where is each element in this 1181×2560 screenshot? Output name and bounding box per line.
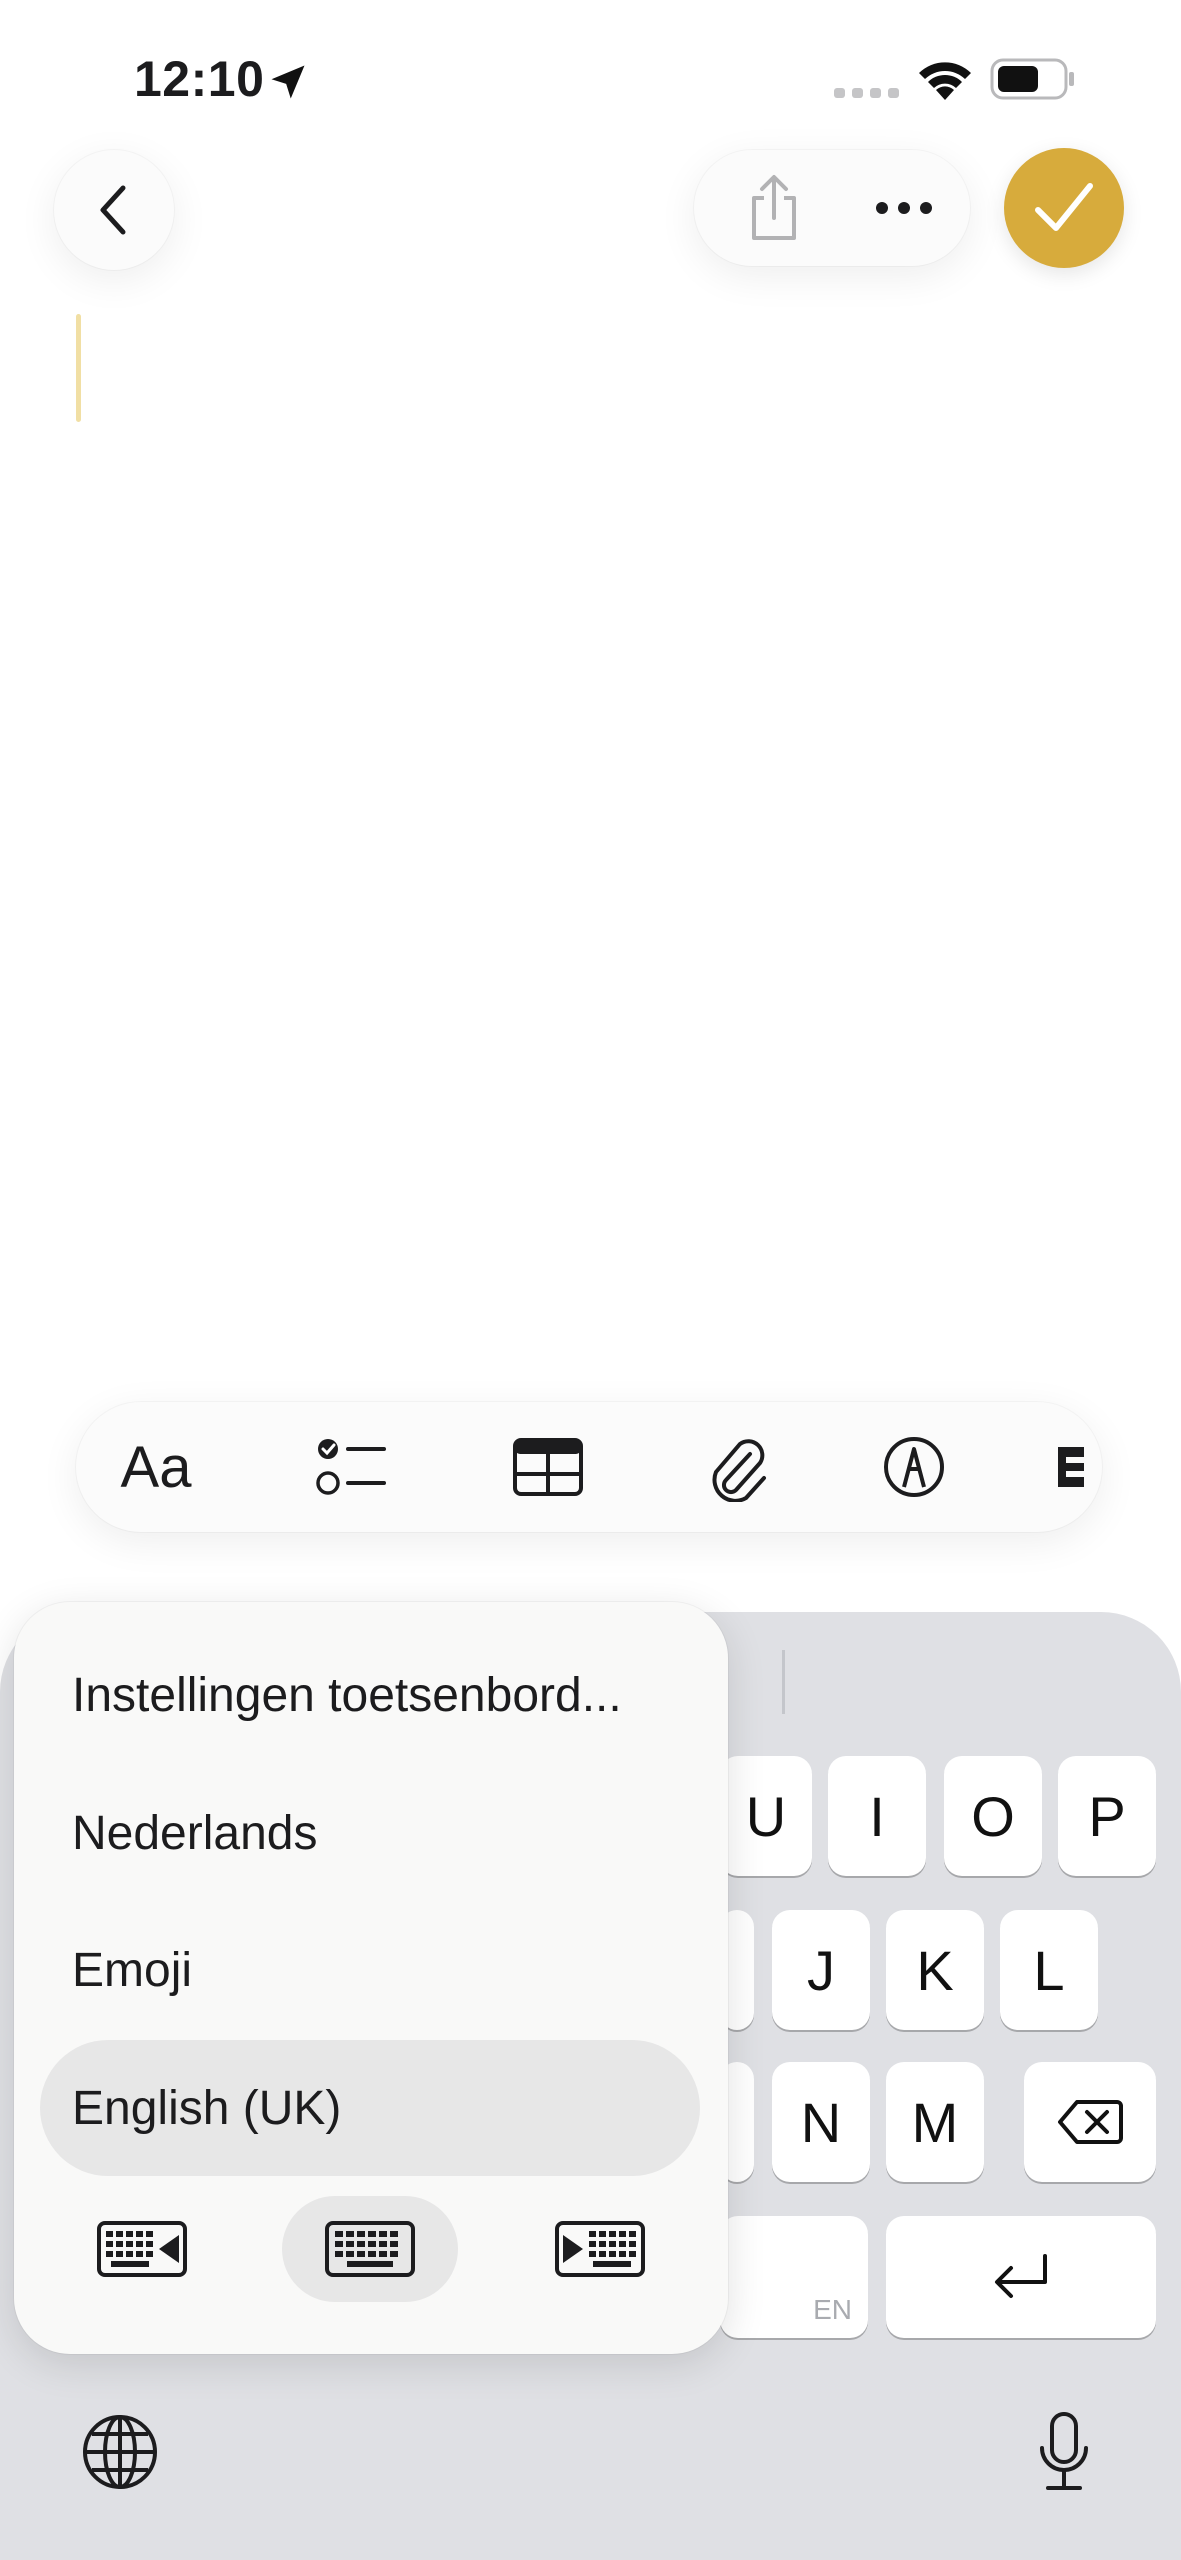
key-label: O [971,1784,1015,1848]
more-tools-button[interactable] [1056,1402,1102,1532]
delete-backward-icon [1058,2100,1123,2144]
table-button[interactable] [498,1402,598,1532]
menu-item-emoji[interactable]: Emoji [72,1943,192,1998]
return-key[interactable] [886,2216,1156,2338]
more-button[interactable] [854,150,954,266]
space-key[interactable]: EN [720,2216,868,2338]
key-i[interactable]: I [828,1756,926,1876]
key-label: L [1033,1938,1065,2002]
key-label: M [911,2090,959,2154]
globe-icon [83,2415,157,2489]
key-l[interactable]: L [1000,1910,1098,2030]
actions-pill [694,150,970,266]
microphone-icon [1040,2412,1088,2490]
chevron-left-icon [100,185,126,235]
location-arrow-icon [271,65,305,99]
keyboard-left-button[interactable] [92,2212,192,2286]
menu-item-nederlands[interactable]: Nederlands [72,1806,317,1861]
formatting-toolbar: Aa [76,1402,1102,1532]
keyboard-icon [325,2221,415,2277]
key-label: N [800,2090,842,2154]
note-body[interactable] [0,290,1181,1370]
key-label: P [1088,1784,1126,1848]
key-m[interactable]: M [886,2062,984,2182]
checkmark-icon [1035,183,1093,231]
dictation-button[interactable] [1016,2400,1112,2504]
text-cursor [76,314,81,422]
pen-tip-icon [884,1437,944,1497]
key-n[interactable]: N [772,2062,870,2182]
key-o[interactable]: O [944,1756,1042,1876]
table-icon [513,1438,583,1496]
checklist-button[interactable] [301,1402,401,1532]
more-tools-icon [1058,1447,1084,1487]
key-label: K [916,1938,954,2002]
menu-item-keyboard-settings[interactable]: Instellingen toetsenbord... [72,1668,622,1723]
status-time: 12:10 [134,51,265,107]
key-label: I [869,1784,885,1848]
keyboard-left-icon [97,2221,187,2277]
suggestion-divider [782,1650,785,1714]
battery-icon [990,58,1074,100]
back-button[interactable] [54,150,174,270]
key-u[interactable]: U [720,1756,812,1876]
text-format-button[interactable]: Aa [106,1402,206,1532]
return-icon [995,2254,1047,2298]
share-button[interactable] [724,150,824,266]
key-j[interactable]: J [772,1910,870,2030]
cellular-signal-icon [834,88,899,98]
language-hint: EN [813,2294,852,2325]
keyboard-right-button[interactable] [550,2212,650,2286]
menu-item-english-uk[interactable]: English (UK) [72,2081,341,2136]
globe-button[interactable] [72,2404,168,2500]
markup-button[interactable] [864,1402,964,1532]
ellipsis-icon [876,202,932,214]
paperclip-icon [712,1439,766,1502]
attachment-button[interactable] [688,1402,788,1532]
share-icon [752,175,796,240]
keyboard-full-button[interactable] [320,2212,420,2286]
key-k[interactable]: K [886,1910,984,2030]
key-p[interactable]: P [1058,1756,1156,1876]
checklist-icon [316,1439,386,1495]
keyboard-right-icon [555,2221,645,2277]
done-button[interactable] [1004,148,1124,268]
delete-key[interactable] [1024,2062,1156,2182]
text-format-label: Aa [120,1434,192,1500]
key-label: U [745,1784,787,1848]
wifi-icon [919,62,971,100]
key-label: J [807,1938,835,2002]
